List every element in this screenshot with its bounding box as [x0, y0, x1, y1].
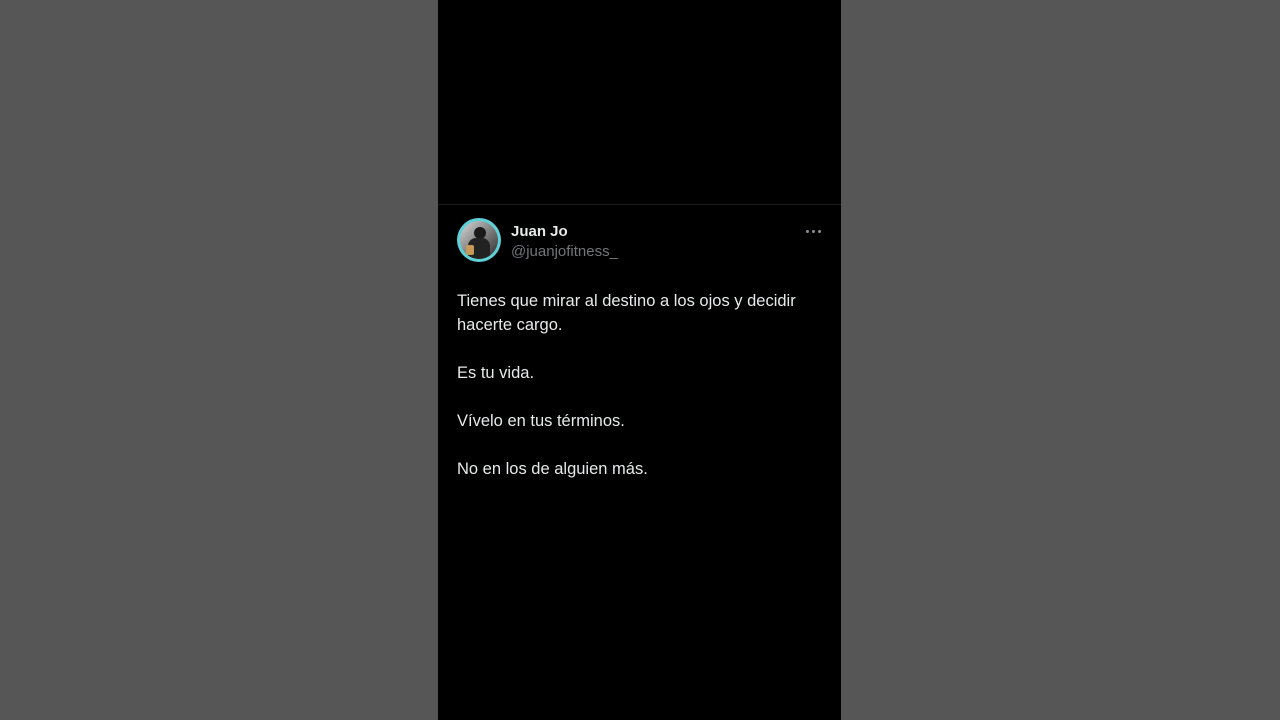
author-name[interactable]: Juan Jo [511, 223, 568, 240]
tweet-card: Juan Jo @juanjofitness_ Tienes que mirar… [438, 205, 841, 720]
more-dot [812, 230, 815, 233]
blurred-background-right [841, 0, 1280, 720]
empty-top-area [438, 0, 841, 204]
video-frame: Juan Jo @juanjofitness_ Tienes que mirar… [0, 0, 1280, 720]
more-horizontal-icon[interactable] [805, 223, 823, 239]
more-dot [818, 230, 821, 233]
more-dot [806, 230, 809, 233]
tweet-paragraph: No en los de alguien más. [457, 460, 648, 478]
avatar-bag-shape [466, 245, 474, 255]
tweet-paragraph: Tienes que mirar al destino a los ojos y… [457, 292, 796, 334]
tweet-text: Tienes que mirar al destino a los ojos y… [457, 289, 827, 505]
tweet-paragraph: Es tu vida. [457, 364, 535, 382]
avatar-photo [460, 221, 498, 259]
phone-screen: Juan Jo @juanjofitness_ Tienes que mirar… [438, 0, 841, 720]
tweet-paragraph: Vívelo en tus términos. [457, 412, 625, 430]
author-handle[interactable]: @juanjofitness_ [511, 243, 618, 260]
avatar[interactable] [457, 218, 501, 262]
blurred-background-left [0, 0, 438, 720]
